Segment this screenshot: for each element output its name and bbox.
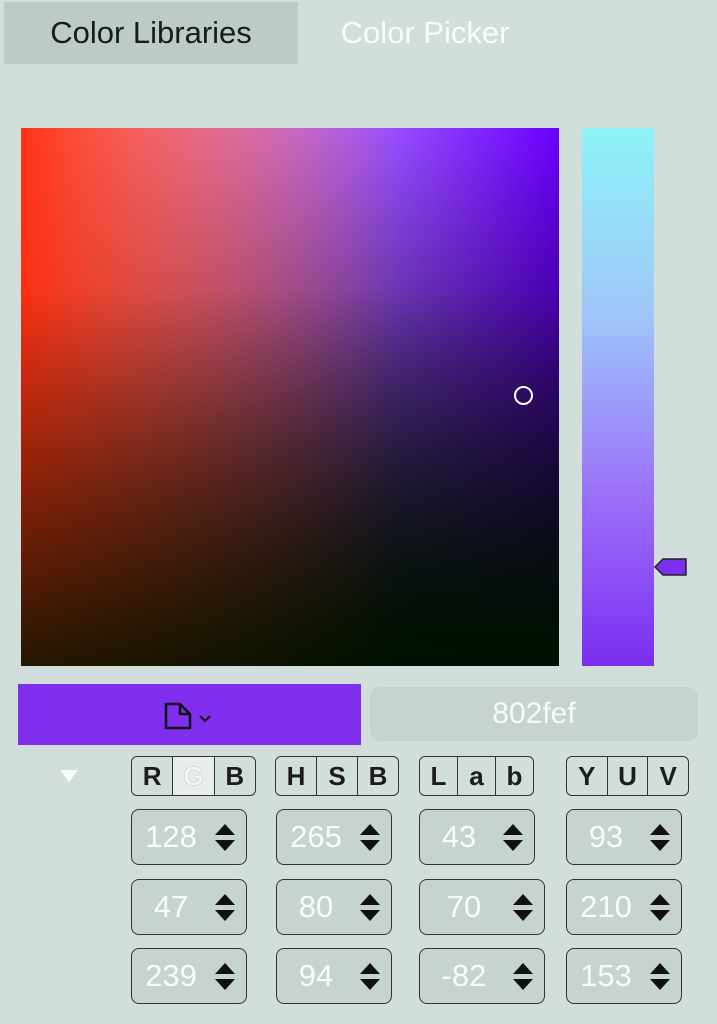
tab-label: Color Libraries [50,15,252,50]
increment-icon[interactable] [215,823,235,835]
mode-button-lab-b[interactable]: b [496,757,533,795]
mode-button-hsb-b[interactable]: B [358,757,398,795]
stepper-value: 239 [145,958,197,993]
stepper-value: 265 [290,819,342,854]
hex-input[interactable]: 802fef [370,687,698,741]
color-swatch-button[interactable] [18,684,361,745]
stepper-value: 43 [441,819,477,854]
stepper-u[interactable]: 210 [566,879,682,935]
stepper-saturation[interactable]: 80 [276,879,392,935]
stepper-value: -82 [441,958,487,993]
stepper-value: 47 [153,889,189,924]
increment-icon[interactable] [650,962,670,974]
stepper-lightness[interactable]: 43 [419,809,535,865]
mode-button-y[interactable]: Y [567,757,608,795]
decrement-icon[interactable] [360,909,380,921]
chevron-down-icon [198,714,211,722]
stepper-value: 70 [446,889,482,924]
decrement-icon[interactable] [215,839,235,851]
stepper-hue[interactable]: 265 [276,809,392,865]
saturation-brightness-field[interactable] [21,128,559,666]
decrement-icon[interactable] [513,909,533,921]
decrement-icon[interactable] [513,978,533,990]
increment-icon[interactable] [215,893,235,905]
stepper-green[interactable]: 47 [131,879,247,935]
decrement-icon[interactable] [360,978,380,990]
hex-value: 802fef [492,697,576,730]
increment-icon[interactable] [513,893,533,905]
stepper-red[interactable]: 128 [131,809,247,865]
increment-icon[interactable] [360,823,380,835]
hue-slider-thumb[interactable] [654,557,688,577]
tab-color-libraries[interactable]: Color Libraries [4,2,298,64]
mode-group-hsb: H S B [275,756,399,796]
increment-icon[interactable] [513,962,533,974]
decrement-icon[interactable] [650,839,670,851]
mode-button-v[interactable]: V [648,757,688,795]
mode-group-rgb: R G B [131,756,256,796]
document-icon [164,702,211,729]
stepper-a[interactable]: 70 [419,879,545,935]
tab-color-picker[interactable]: Color Picker [310,2,540,64]
mode-button-u[interactable]: U [608,757,649,795]
tab-label: Color Picker [340,15,510,50]
stepper-value: 128 [145,819,197,854]
decrement-icon[interactable] [215,978,235,990]
increment-icon[interactable] [360,962,380,974]
mode-button-h[interactable]: H [276,757,317,795]
decrement-icon[interactable] [503,839,523,851]
increment-icon[interactable] [650,893,670,905]
increment-icon[interactable] [360,893,380,905]
mode-button-b[interactable]: B [215,757,255,795]
increment-icon[interactable] [503,823,523,835]
stepper-brightness[interactable]: 94 [276,948,392,1004]
mode-button-a[interactable]: a [458,757,496,795]
stepper-value: 210 [580,889,632,924]
mode-button-r[interactable]: R [132,757,174,795]
stepper-v[interactable]: 153 [566,948,682,1004]
field-shade-overlay [21,128,559,666]
stepper-blue[interactable]: 239 [131,948,247,1004]
stepper-value: 94 [298,958,334,993]
mode-group-yuv: Y U V [566,756,689,796]
hue-slider[interactable] [582,128,654,666]
increment-icon[interactable] [650,823,670,835]
decrement-icon[interactable] [650,909,670,921]
decrement-icon[interactable] [360,839,380,851]
stepper-value: 80 [298,889,334,924]
mode-button-s[interactable]: S [317,757,358,795]
decrement-icon[interactable] [215,909,235,921]
mode-group-lab: L a b [419,756,534,796]
triangle-down-icon[interactable] [58,766,80,786]
decrement-icon[interactable] [650,978,670,990]
stepper-value: 93 [588,819,624,854]
color-cursor[interactable] [514,386,533,405]
mode-button-g[interactable]: G [173,757,215,795]
stepper-b[interactable]: -82 [419,948,545,1004]
stepper-y[interactable]: 93 [566,809,682,865]
stepper-value: 153 [580,958,632,993]
mode-button-l[interactable]: L [420,757,458,795]
increment-icon[interactable] [215,962,235,974]
